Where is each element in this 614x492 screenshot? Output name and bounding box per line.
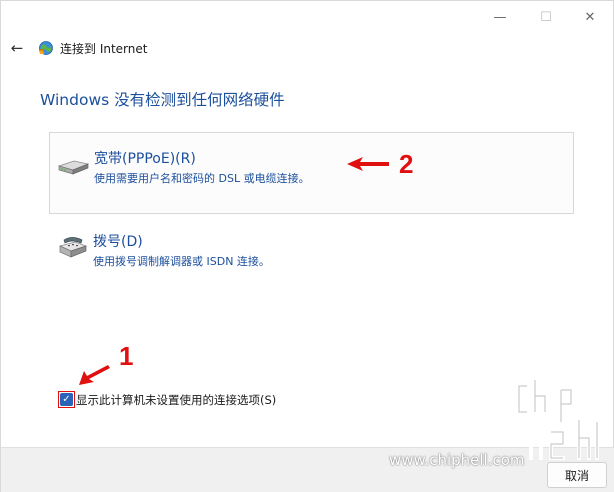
broadband-modem-icon [57,160,90,175]
back-button[interactable]: ← [9,39,25,57]
close-button[interactable]: ✕ [567,3,613,31]
broadband-option-title: 宽带(PPPoE)(R) [94,151,196,167]
show-unconfigured-options-row: ✓ 显示此计算机未设置使用的连接选项(S) [58,391,276,408]
minimize-icon: — [493,9,507,25]
annotation-arrow-2 [347,157,389,171]
connect-dialog-window: — ☐ ✕ ← 连接到 Internet Windows 没有检测到任何网络硬件… [0,0,614,492]
checkmark-icon: ✓ [62,393,71,405]
dialup-option-title: 拨号(D) [93,234,143,250]
dialog-title: 连接到 Internet [60,41,148,56]
annotation-label-2: 2 [399,149,414,179]
annotation-arrow-1 [79,365,110,385]
dialup-option[interactable]: 拨号(D) 使用拨号调制解调器或 ISDN 连接。 [49,216,574,286]
network-globe-icon [39,41,53,55]
maximize-icon: ☐ [540,9,552,25]
page-heading: Windows 没有检测到任何网络硬件 [40,91,285,109]
dialup-option-description: 使用拨号调制解调器或 ISDN 连接。 [93,255,270,268]
broadband-pppoe-option[interactable]: 宽带(PPPoE)(R) 使用需要用户名和密码的 DSL 或电缆连接。 [49,132,574,214]
annotation-label-1: 1 [119,341,134,371]
chiphell-watermark-logo [517,378,599,460]
checkbox-highlight: ✓ [58,391,75,408]
watermark-url: www.chiphell.com [389,451,525,469]
dialog-header: ← 连接到 Internet [9,37,148,59]
broadband-option-description: 使用需要用户名和密码的 DSL 或电缆连接。 [94,172,310,185]
minimize-button[interactable]: — [477,3,523,31]
show-unconfigured-label[interactable]: 显示此计算机未设置使用的连接选项(S) [76,392,276,408]
back-arrow-icon: ← [10,39,24,57]
show-unconfigured-checkbox[interactable]: ✓ [60,393,73,406]
maximize-button[interactable]: ☐ [523,3,569,31]
close-icon: ✕ [584,9,596,25]
dialup-phone-icon [58,237,88,258]
